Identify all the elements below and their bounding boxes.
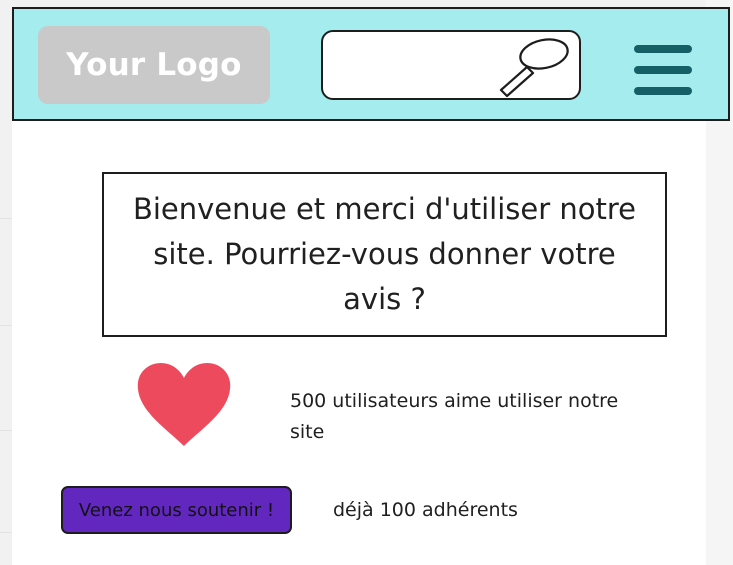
menu-bar — [634, 66, 692, 74]
page: Your Logo Bienvenue et merci d'utiliser … — [0, 0, 733, 565]
members-count-text: déjà 100 adhérents — [333, 499, 518, 521]
support-button[interactable]: Venez nous soutenir ! — [61, 486, 292, 534]
users-like-text: 500 utilisateurs aime utiliser notre sit… — [290, 390, 619, 443]
welcome-message-box: Bienvenue et merci d'utiliser notre site… — [102, 172, 667, 337]
site-logo[interactable]: Your Logo — [38, 26, 270, 104]
menu-bar — [634, 45, 692, 53]
welcome-text: Bienvenue et merci d'utiliser notre site… — [132, 192, 637, 316]
hamburger-menu-icon[interactable] — [634, 44, 696, 98]
heart-icon — [137, 363, 231, 446]
menu-bar — [634, 87, 692, 95]
search-input[interactable] — [335, 42, 509, 90]
search-icon[interactable] — [499, 36, 573, 98]
site-logo-text: Your Logo — [66, 47, 242, 83]
